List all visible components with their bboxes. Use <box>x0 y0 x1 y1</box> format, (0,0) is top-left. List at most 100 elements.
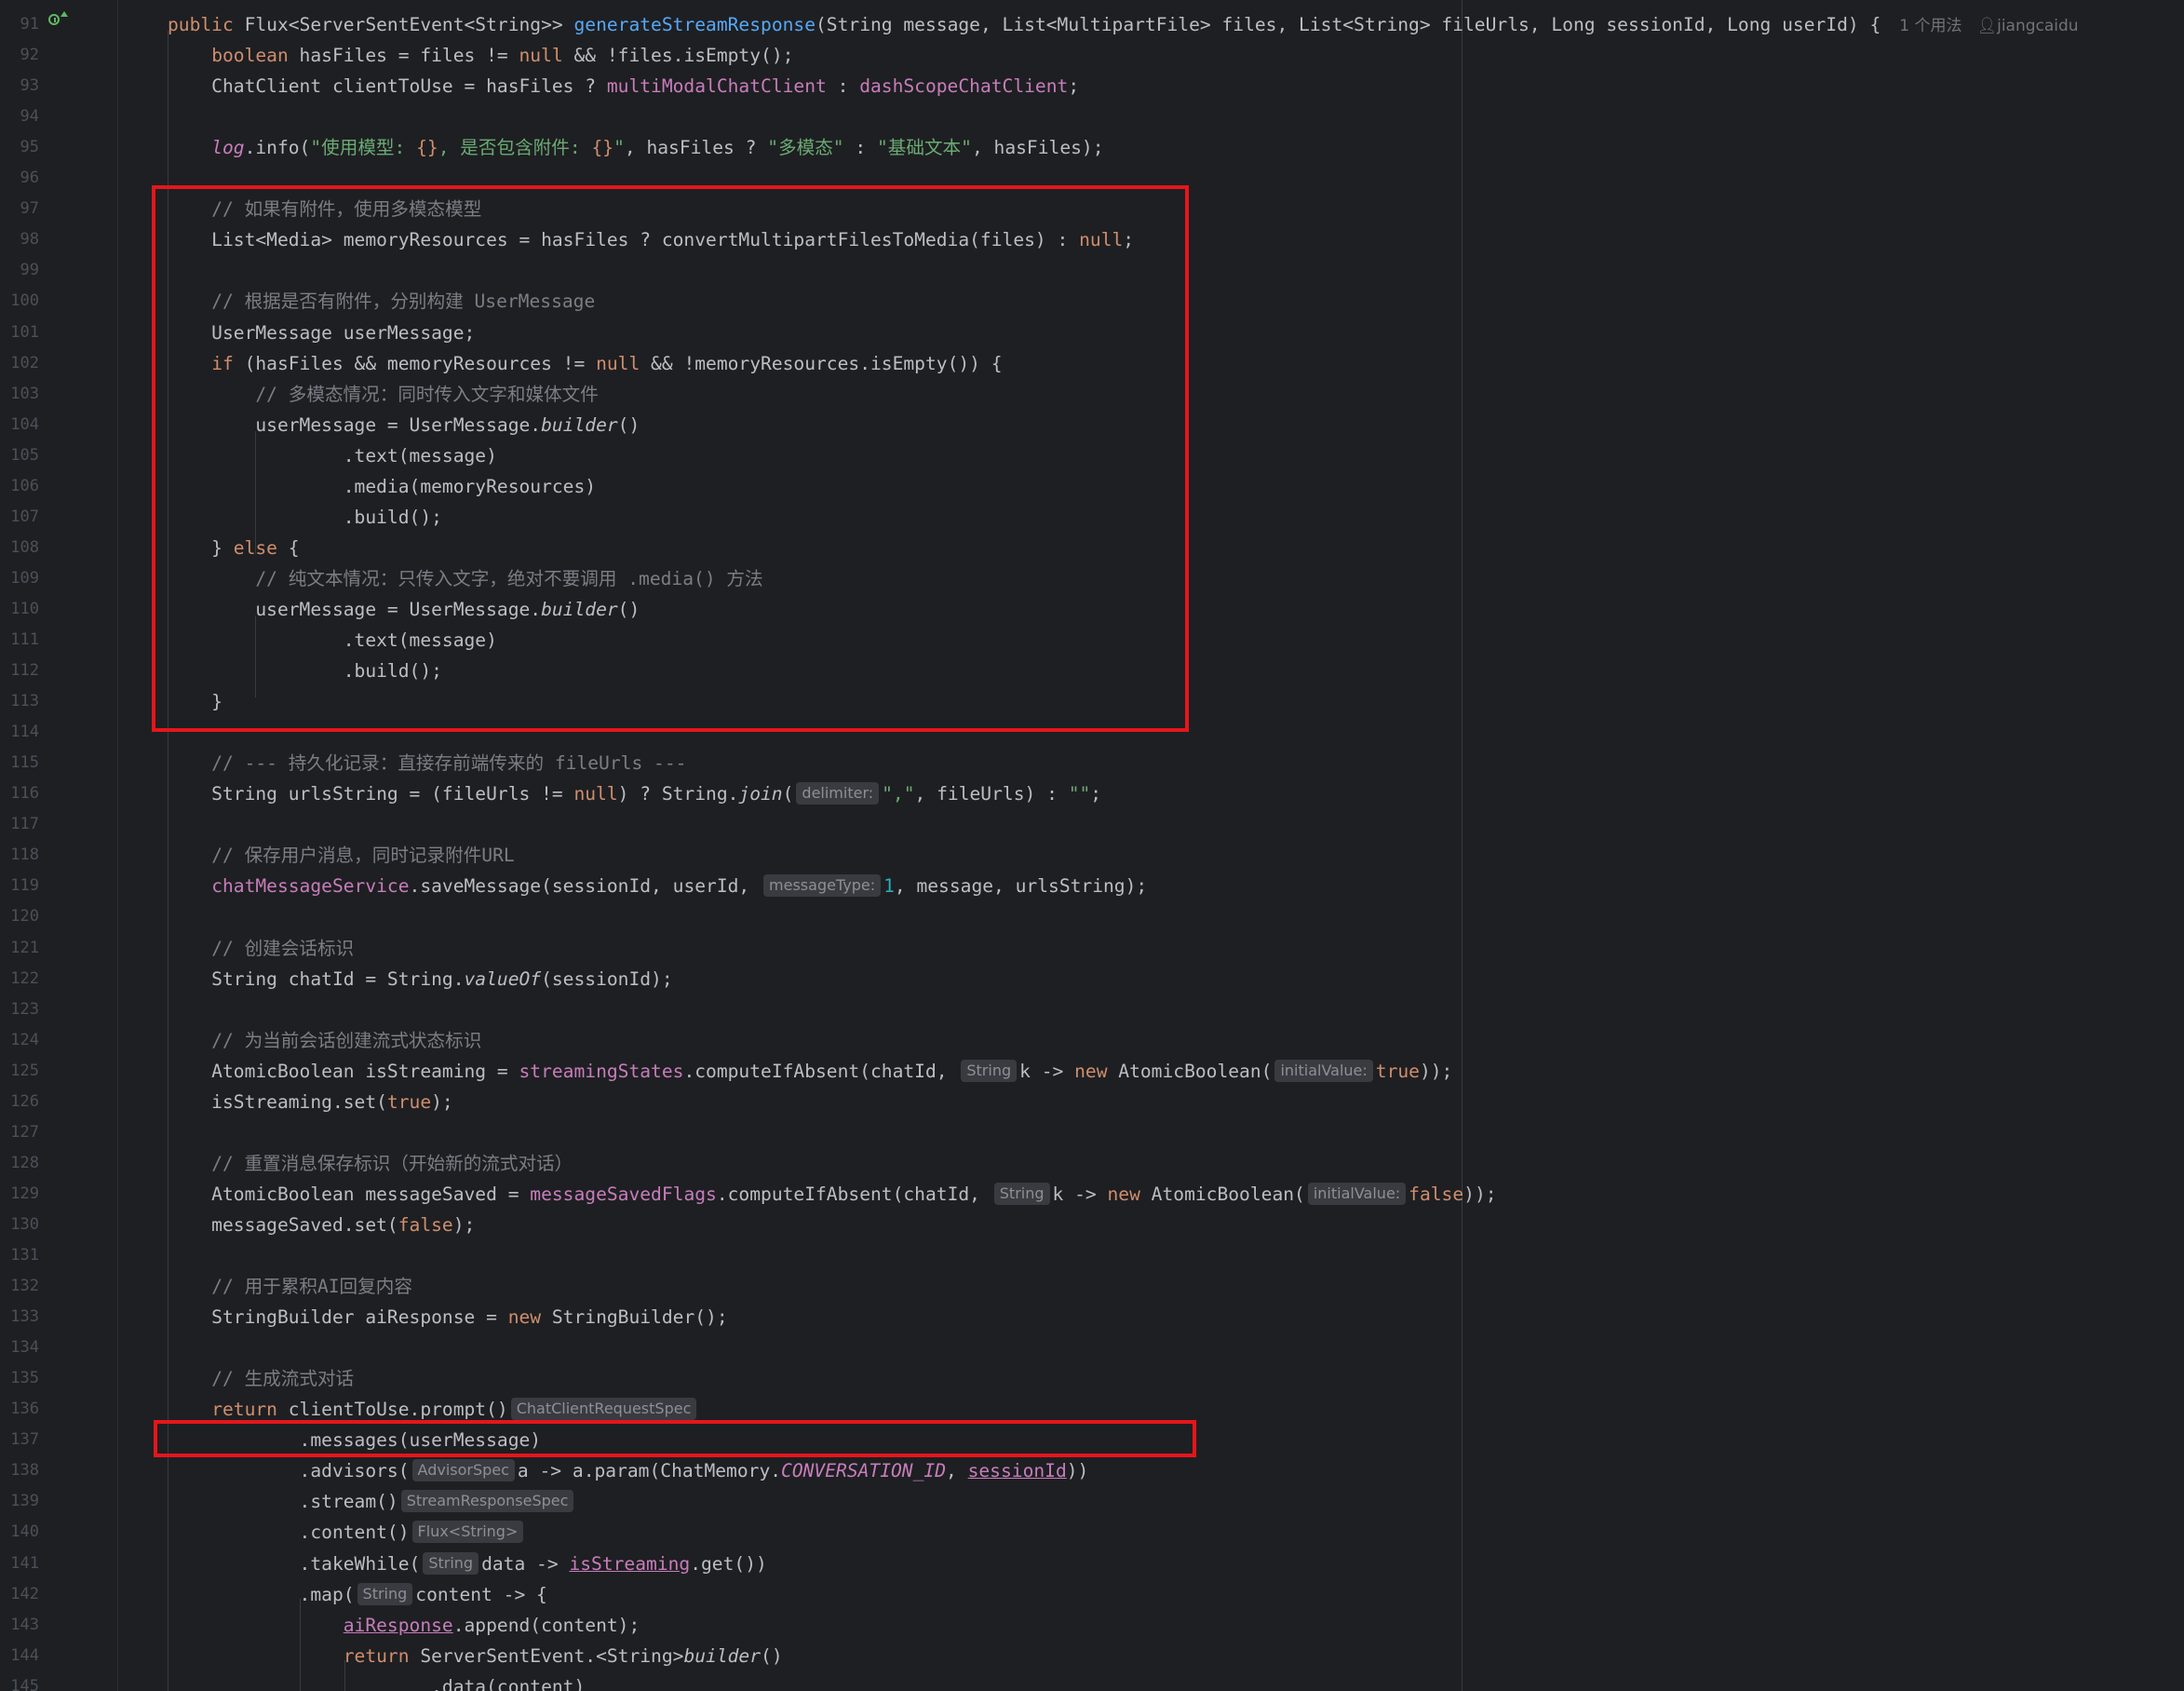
code-line[interactable]: 117 <box>0 809 2184 840</box>
code-text[interactable]: .stream() StreamResponseSpec <box>168 1486 576 1517</box>
code-line[interactable]: 120 <box>0 901 2184 932</box>
code-text[interactable]: // 保存用户消息，同时记录附件URL <box>168 840 515 871</box>
code-line[interactable]: 130 messageSaved.set(false); <box>0 1210 2184 1240</box>
code-text[interactable]: // 创建会话标识 <box>168 933 354 964</box>
line-number: 107 <box>10 507 39 526</box>
code-text[interactable]: chatMessageService.saveMessage(sessionId… <box>168 871 1147 901</box>
code-line[interactable]: 94 <box>0 101 2184 132</box>
code-line[interactable]: 125 AtomicBoolean isStreaming = streamin… <box>0 1056 2184 1087</box>
code-line[interactable]: 91 public Flux<ServerSentEvent<String>> g… <box>0 9 2184 40</box>
code-line[interactable]: 92 boolean hasFiles = files != null && !… <box>0 40 2184 71</box>
code-text[interactable]: return ServerSentEvent.<String>builder() <box>168 1641 783 1671</box>
code-text[interactable]: // --- 持久化记录：直接存前端传来的 fileUrls --- <box>168 748 686 778</box>
line-number: 101 <box>10 322 39 342</box>
code-text[interactable]: aiResponse.append(content); <box>168 1610 640 1641</box>
code-line[interactable]: 126 isStreaming.set(true); <box>0 1087 2184 1117</box>
line-number: 96 <box>20 169 39 188</box>
code-text[interactable]: // 用于累积AI回复内容 <box>168 1271 412 1302</box>
line-number: 93 <box>20 76 39 96</box>
line-number: 127 <box>10 1122 39 1142</box>
code-text[interactable]: // 重置消息保存标识（开始新的流式对话） <box>168 1148 573 1179</box>
code-line[interactable]: 124 // 为当前会话创建流式状态标识 <box>0 1025 2184 1056</box>
code-text[interactable]: .advisors(AdvisorSpec a -> a.param(ChatMe… <box>168 1455 1088 1486</box>
line-number: 145 <box>10 1676 39 1691</box>
line-number: 105 <box>10 445 39 465</box>
code-text[interactable]: AtomicBoolean messageSaved = messageSave… <box>168 1179 1497 1210</box>
line-number: 98 <box>20 230 39 250</box>
line-number: 115 <box>10 753 39 773</box>
line-number: 111 <box>10 630 39 649</box>
code-editor[interactable]: 91 public Flux<ServerSentEvent<String>> g… <box>0 0 2184 1691</box>
line-number: 102 <box>10 353 39 372</box>
code-text[interactable]: .takeWhile(String data -> isStreaming.get… <box>168 1549 767 1579</box>
code-text[interactable]: // 为当前会话创建流式状态标识 <box>168 1025 481 1056</box>
code-line[interactable]: 132 // 用于累积AI回复内容 <box>0 1271 2184 1302</box>
code-line[interactable]: 145 .data(content) <box>0 1671 2184 1691</box>
inlay-hint: Flux<String> <box>411 1521 524 1544</box>
code-text[interactable]: isStreaming.set(true); <box>168 1087 453 1117</box>
line-number: 94 <box>20 107 39 127</box>
code-text[interactable]: log.info("使用模型: {}, 是否包含附件: {}", hasFile… <box>168 132 1103 163</box>
code-text[interactable]: .content() Flux<String> <box>168 1517 526 1548</box>
code-line[interactable]: 127 <box>0 1117 2184 1148</box>
line-number: 141 <box>10 1553 39 1573</box>
code-text[interactable]: // 生成流式对话 <box>168 1363 354 1394</box>
line-number: 122 <box>10 968 39 988</box>
inlay-hint: initialValue: <box>1307 1182 1407 1205</box>
line-number: 143 <box>10 1615 39 1634</box>
code-line[interactable]: 140 .content() Flux<String> <box>0 1517 2184 1548</box>
code-line[interactable]: 138 .advisors(AdvisorSpec a -> a.param(Ch… <box>0 1455 2184 1486</box>
code-text[interactable]: AtomicBoolean isStreaming = streamingSta… <box>168 1056 1452 1087</box>
line-number: 144 <box>10 1645 39 1665</box>
line-number: 139 <box>10 1492 39 1511</box>
inlay-hint: delimiter: <box>796 782 880 805</box>
code-line[interactable]: 139 .stream() StreamResponseSpec <box>0 1486 2184 1517</box>
line-number: 99 <box>20 261 39 280</box>
code-line[interactable]: 95 log.info("使用模型: {}, 是否包含附件: {}", hasF… <box>0 132 2184 163</box>
code-line[interactable]: 134 <box>0 1333 2184 1363</box>
code-line[interactable]: 133 StringBuilder aiResponse = new Strin… <box>0 1302 2184 1333</box>
line-number: 114 <box>10 723 39 742</box>
code-line[interactable]: 121 // 创建会话标识 <box>0 933 2184 964</box>
line-number: 109 <box>10 568 39 588</box>
code-line[interactable]: 141 .takeWhile(String data -> isStreaming… <box>0 1549 2184 1579</box>
author-hint[interactable]: 👤︎jiangcaidu <box>1977 17 2079 35</box>
line-number: 142 <box>10 1584 39 1603</box>
code-line[interactable]: 143 aiResponse.append(content); <box>0 1610 2184 1641</box>
code-line[interactable]: 123 <box>0 994 2184 1025</box>
line-number: 124 <box>10 1030 39 1049</box>
implementation-marker-icon[interactable] <box>48 14 60 25</box>
line-number: 110 <box>10 599 39 618</box>
code-text[interactable]: String urlsString = (fileUrls != null) ?… <box>168 778 1101 809</box>
code-text[interactable]: messageSaved.set(false); <box>168 1210 475 1240</box>
code-line[interactable]: 144 return ServerSentEvent.<String>build… <box>0 1641 2184 1671</box>
code-text[interactable]: public Flux<ServerSentEvent<String>> gen… <box>168 9 2079 42</box>
code-line[interactable]: 129 AtomicBoolean messageSaved = message… <box>0 1179 2184 1210</box>
line-number: 100 <box>10 291 39 311</box>
code-line[interactable]: 122 String chatId = String.valueOf(sessi… <box>0 964 2184 994</box>
line-number: 126 <box>10 1091 39 1111</box>
code-line[interactable]: 119 chatMessageService.saveMessage(sessi… <box>0 871 2184 901</box>
code-text[interactable]: String chatId = String.valueOf(sessionId… <box>168 964 672 994</box>
code-text[interactable]: boolean hasFiles = files != null && !fil… <box>168 40 793 71</box>
code-line[interactable]: 116 String urlsString = (fileUrls != nul… <box>0 778 2184 809</box>
line-number: 136 <box>10 1400 39 1419</box>
code-line[interactable]: 142 .map(String content -> { <box>0 1579 2184 1610</box>
code-line[interactable]: 93 ChatClient clientToUse = hasFiles ? m… <box>0 71 2184 101</box>
code-line[interactable]: 118 // 保存用户消息，同时记录附件URL <box>0 840 2184 871</box>
code-line[interactable]: 128 // 重置消息保存标识（开始新的流式对话） <box>0 1148 2184 1179</box>
code-text[interactable]: .data(content) <box>168 1671 585 1691</box>
code-text[interactable]: ChatClient clientToUse = hasFiles ? mult… <box>168 71 1079 101</box>
code-text[interactable]: StringBuilder aiResponse = new StringBui… <box>168 1302 727 1333</box>
annotation-box-usermessage <box>152 185 1189 732</box>
line-number: 135 <box>10 1369 39 1388</box>
code-line[interactable]: 131 <box>0 1240 2184 1271</box>
usages-hint[interactable]: 1 个用法 <box>1899 17 1962 35</box>
line-number: 131 <box>10 1246 39 1265</box>
code-line[interactable]: 135 // 生成流式对话 <box>0 1363 2184 1394</box>
code-text[interactable]: .map(String content -> { <box>168 1579 547 1610</box>
override-arrow-icon[interactable] <box>61 11 68 17</box>
line-number: 123 <box>10 999 39 1019</box>
inlay-hint: String <box>993 1182 1050 1205</box>
code-line[interactable]: 115 // --- 持久化记录：直接存前端传来的 fileUrls --- <box>0 748 2184 778</box>
